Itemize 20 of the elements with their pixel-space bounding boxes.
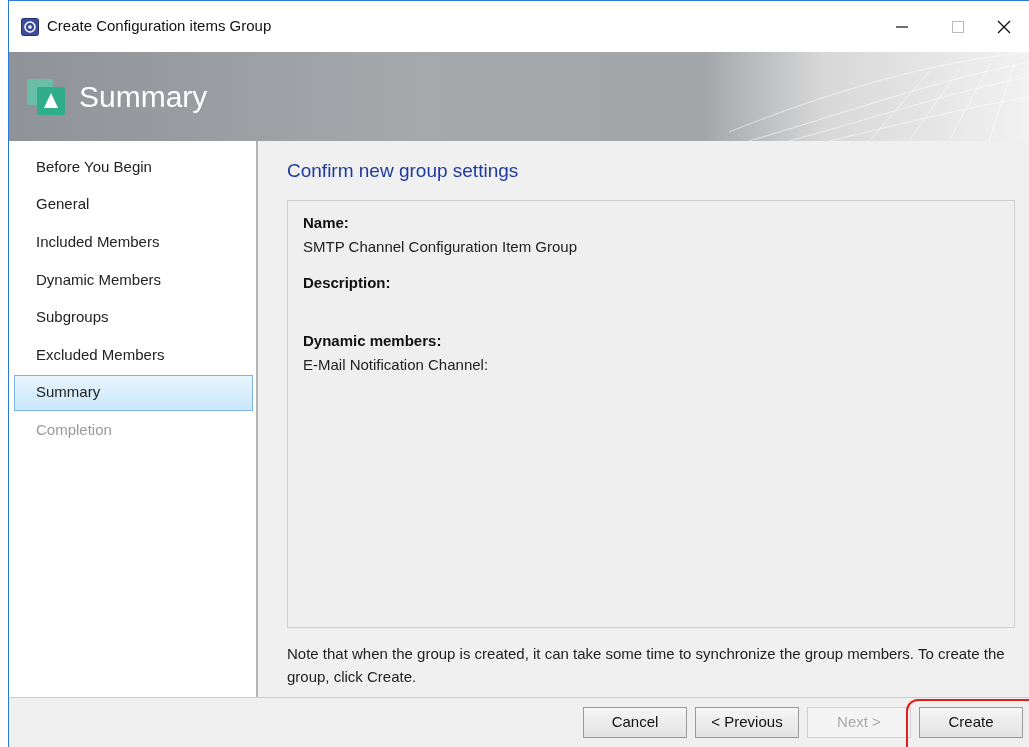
sidebar-item[interactable]: Before You Begin	[14, 149, 253, 185]
sidebar-item[interactable]: Dynamic Members	[14, 261, 253, 298]
note-text: Note that when the group is created, it can take some time to synchronize the group members. To create the group, click Create.	[287, 643, 1006, 687]
field-label: Dynamic members:	[303, 330, 443, 351]
window-title: Create Configuration items Group	[47, 16, 272, 37]
field-value: SMTP Channel Configuration Item Group	[303, 236, 579, 257]
dialog-button[interactable]: Create	[919, 707, 1023, 738]
sidebar-item[interactable]: Excluded Members	[14, 336, 253, 373]
sidebar-item[interactable]: Included Members	[14, 224, 253, 261]
sidebar-item[interactable]: Summary	[14, 374, 253, 411]
app-icon	[21, 17, 39, 36]
sidebar-item[interactable]: Subgroups	[14, 299, 253, 336]
sidebar-item[interactable]: General	[14, 186, 253, 223]
field-label: Description:	[303, 272, 392, 293]
dialog-button[interactable]: < Previous	[695, 707, 799, 738]
field-value: E-Mail Notification Channel:	[303, 354, 490, 375]
section-heading: Confirm new group settings	[287, 159, 520, 183]
dialog-button[interactable]: Cancel	[583, 707, 687, 738]
field-label: Name:	[303, 212, 350, 233]
page-title: Summary	[79, 79, 208, 115]
